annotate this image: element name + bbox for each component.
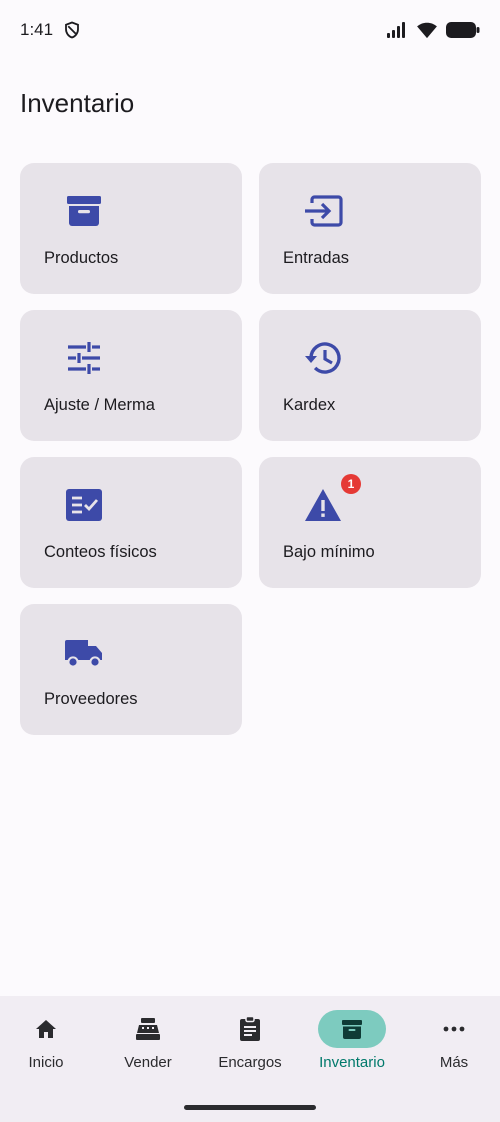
status-bar: 1:41 <box>0 0 500 64</box>
checklist-icon <box>66 489 102 521</box>
status-right <box>386 21 480 39</box>
status-left: 1:41 <box>20 20 81 40</box>
nav-label: Inicio <box>28 1054 64 1071</box>
nav-pill <box>216 1010 284 1048</box>
nav-pill <box>420 1010 488 1048</box>
tile-kardex[interactable]: Kardex <box>259 310 481 441</box>
signal-icon <box>387 22 405 38</box>
input-arrow-icon <box>305 195 343 227</box>
history-icon <box>305 342 341 374</box>
tile-bajo-minimo[interactable]: 1 Bajo mínimo <box>259 457 481 588</box>
sliders-icon <box>68 342 100 374</box>
nav-label: Encargos <box>218 1054 282 1071</box>
status-time: 1:41 <box>20 20 54 39</box>
nav-label: Más <box>439 1054 469 1071</box>
nav-pill-active <box>318 1010 386 1048</box>
nav-label: Vender <box>124 1054 172 1071</box>
tile-label: Ajuste / Merma <box>44 396 155 414</box>
shield-icon <box>65 21 79 39</box>
nav-pill <box>12 1010 80 1048</box>
nav-item-encargos[interactable]: Encargos <box>200 1010 300 1076</box>
wifi-icon <box>417 22 437 39</box>
tile-label: Proveedores <box>44 690 138 708</box>
cash-register-icon <box>136 1018 160 1040</box>
bottom-navigation: Inicio Vender Encargos Inventario Más <box>0 996 500 1122</box>
archive-box-icon <box>67 196 101 226</box>
battery-icon <box>446 22 480 38</box>
inventory-menu-grid: Productos Entradas Ajuste / Merma Kardex <box>20 163 481 735</box>
nav-item-mas[interactable]: Más <box>404 1010 500 1076</box>
tile-proveedores[interactable]: Proveedores <box>20 604 242 735</box>
tile-label: Productos <box>44 249 119 267</box>
home-indicator[interactable] <box>184 1105 316 1110</box>
tile-label: Bajo mínimo <box>283 543 375 561</box>
clipboard-icon <box>240 1016 260 1041</box>
nav-item-inventario[interactable]: Inventario <box>302 1010 402 1076</box>
tile-label: Entradas <box>283 249 350 267</box>
nav-item-inicio[interactable]: Inicio <box>0 1010 96 1076</box>
tile-label: Kardex <box>283 396 336 414</box>
warning-icon <box>305 489 341 521</box>
notification-badge: 1 <box>341 474 361 494</box>
truck-icon <box>65 640 102 668</box>
tile-label: Conteos físicos <box>44 543 157 561</box>
nav-pill <box>114 1010 182 1048</box>
tile-entradas[interactable]: Entradas <box>259 163 481 294</box>
page-title: Inventario <box>20 88 135 118</box>
nav-item-vender[interactable]: Vender <box>98 1010 198 1076</box>
archive-box-icon <box>342 1020 362 1039</box>
tile-ajuste-merma[interactable]: Ajuste / Merma <box>20 310 242 441</box>
tile-conteos-fisicos[interactable]: Conteos físicos <box>20 457 242 588</box>
home-icon <box>36 1020 56 1038</box>
nav-label: Inventario <box>319 1054 385 1071</box>
tile-productos[interactable]: Productos <box>20 163 242 294</box>
more-horizontal-icon <box>443 1026 465 1032</box>
